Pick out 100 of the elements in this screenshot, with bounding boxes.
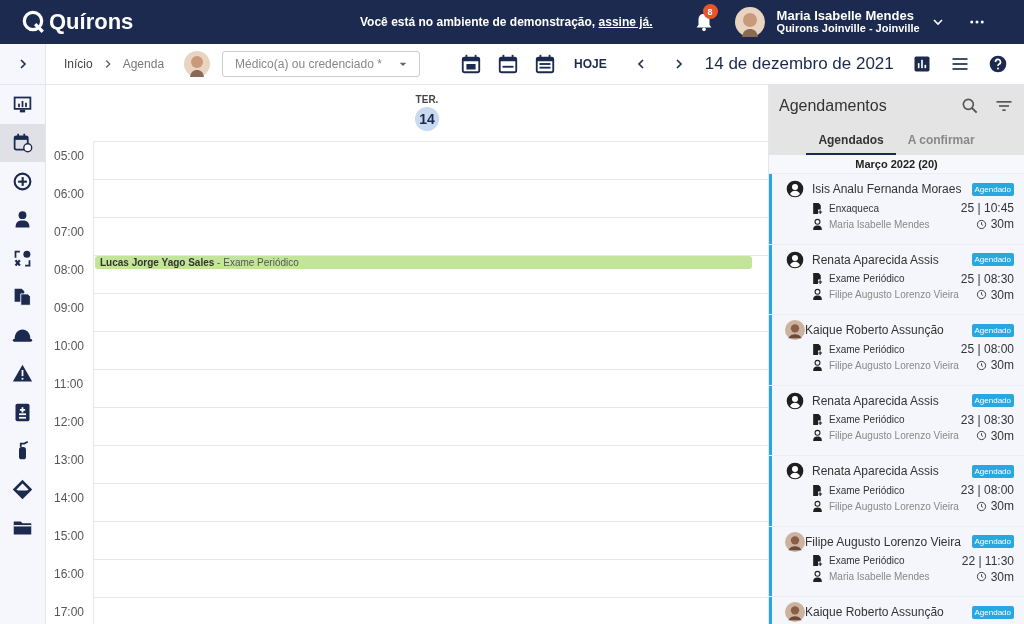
today-button[interactable]: HOJE <box>570 53 611 75</box>
hour-label: 12:00 <box>53 414 86 431</box>
hour-label: 08:00 <box>53 262 86 279</box>
day-number[interactable]: 14 <box>415 107 439 131</box>
appointment-duration: 30m <box>990 358 1014 372</box>
status-badge: Agendado <box>971 535 1014 548</box>
document-plus-icon <box>811 342 824 356</box>
hour-label: 10:00 <box>53 338 86 355</box>
brand-name: Quírons <box>49 9 134 35</box>
appointment-card[interactable]: Filipe Augusto Lorenzo Vieira Agendado Exame Periódico 22 | 11:30 Maria Isabelle Mendes 30m <box>769 526 1024 596</box>
patient-name: Kaique Roberto Assunção <box>805 605 945 619</box>
doctor-avatar <box>184 51 211 77</box>
appointment-time: 22 | 11:30 <box>961 553 1014 568</box>
hour-label: 13:00 <box>53 452 86 469</box>
appointment-duration: 30m <box>990 499 1014 513</box>
patient-name: Isis Analu Fernanda Moraes <box>812 182 963 196</box>
person-icon <box>785 179 805 199</box>
clock-icon <box>975 571 987 582</box>
sidebar-item[interactable] <box>0 123 45 162</box>
patient-avatar <box>785 320 805 340</box>
status-badge: Agendado <box>971 464 1014 478</box>
current-date: 14 de dezembro de 2021 <box>704 54 894 74</box>
hour-label: 05:00 <box>53 148 86 165</box>
clock-icon <box>975 500 987 512</box>
hour-label: 07:00 <box>53 224 86 241</box>
status-badge: Agendado <box>971 394 1014 407</box>
appointment-duration: 30m <box>990 287 1014 302</box>
appointment-reason: Enxaqueca <box>829 202 881 214</box>
doctor-icon <box>811 429 824 442</box>
appointment-time: 25 | 10:45 <box>960 201 1014 215</box>
doctor-icon <box>811 358 824 372</box>
hour-label: 17:00 <box>53 604 86 621</box>
breadcrumb-current: Agenda <box>122 57 165 71</box>
patient-name: Renata Aparecida Assis <box>812 252 940 267</box>
appointment-duration: 30m <box>990 428 1014 443</box>
group-header: Março 2022 (20) <box>769 155 1024 173</box>
person-icon <box>785 461 805 481</box>
doctor-icon <box>811 288 824 301</box>
document-plus-icon <box>811 272 824 285</box>
logo-icon <box>20 9 46 35</box>
weekday-label: TER. <box>415 94 439 105</box>
appointment-card[interactable]: Kaique Roberto Assunção Agendado <box>769 597 1024 624</box>
doctor-icon <box>811 570 824 583</box>
help-icon[interactable] <box>987 54 1008 74</box>
time-slot[interactable]: Lucas Jorge Yago Sales - Exame Periódico <box>93 255 768 293</box>
documents-icon <box>12 286 33 308</box>
patient-name: Kaique Roberto Assunção <box>805 323 945 337</box>
doctor-select[interactable]: Médico(a) ou credenciado * <box>222 51 421 77</box>
hour-label: 16:00 <box>53 566 86 583</box>
appointment-duration: 30m <box>990 217 1014 231</box>
calendar-icon <box>12 132 33 154</box>
user-avatar[interactable] <box>734 7 765 37</box>
patient-avatar <box>785 602 805 622</box>
hour-label: 11:00 <box>53 376 85 393</box>
hour-label: 15:00 <box>53 528 86 545</box>
search-icon[interactable] <box>960 96 980 116</box>
demo-notice: Você está no ambiente de demonstração, assine já. <box>360 15 653 29</box>
panel-title: Agendamentos <box>779 97 888 115</box>
patient-avatar <box>785 531 805 552</box>
appointment-time: 25 | 08:00 <box>960 342 1014 356</box>
appointment-card[interactable]: Isis Analu Fernanda Moraes Agendado Enxaqueca 25 | 10:45 Maria Isabelle Mendes 30m <box>769 174 1024 244</box>
user-name: Maria Isabelle Mendes <box>776 9 915 22</box>
appointment-reason: Exame Periódico <box>829 414 906 425</box>
patient-name: Renata Aparecida Assis <box>812 393 940 408</box>
status-badge: Agendado <box>971 323 1014 337</box>
appointment-reason: Exame Periódico <box>829 343 906 355</box>
appointment-reason: Exame Periódico <box>829 484 906 496</box>
notification-count: 8 <box>702 4 718 19</box>
document-plus-icon <box>811 554 824 567</box>
appointment-card[interactable]: Renata Aparecida Assis Agendado Exame Periódico 25 | 08:30 Filipe Augusto Lorenzo Vieira 30m <box>769 244 1024 314</box>
month-view-icon[interactable] <box>534 53 557 75</box>
hour-label: 06:00 <box>53 186 86 203</box>
day-view-icon[interactable] <box>460 53 483 75</box>
professional-name: Filipe Augusto Lorenzo Vieira <box>829 430 960 441</box>
professional-name: Filipe Augusto Lorenzo Vieira <box>829 359 960 371</box>
appointment-time: 23 | 08:00 <box>960 483 1014 497</box>
patient-name: Renata Aparecida Assis <box>812 464 940 478</box>
document-plus-icon <box>811 413 824 426</box>
appointment-card[interactable]: Renata Aparecida Assis Agendado Exame Periódico 23 | 08:00 Filipe Augusto Lorenzo Vieira 30m <box>769 456 1024 526</box>
professional-name: Filipe Augusto Lorenzo Vieira <box>829 500 960 512</box>
doctor-icon <box>811 499 824 513</box>
clock-icon <box>975 359 987 371</box>
subscribe-link[interactable]: assine já. <box>598 15 653 29</box>
status-badge: Agendado <box>971 182 1014 196</box>
professional-name: Filipe Augusto Lorenzo Vieira <box>829 289 960 300</box>
person-icon <box>785 249 805 270</box>
appointment-card[interactable]: Renata Aparecida Assis Agendado Exame Periódico 23 | 08:30 Filipe Augusto Lorenzo Vieira 30m <box>769 385 1024 455</box>
event-bar[interactable]: Lucas Jorge Yago Sales - Exame Periódico <box>95 256 752 269</box>
clock-icon <box>975 218 987 230</box>
professional-name: Maria Isabelle Mendes <box>829 218 931 230</box>
appointment-card[interactable]: Kaique Roberto Assunção Agendado Exame Periódico 25 | 08:00 Filipe Augusto Lorenzo Vieira 30m <box>769 315 1024 385</box>
clipboard-icon <box>12 401 33 423</box>
week-view-icon[interactable] <box>497 53 520 75</box>
clock-icon <box>975 289 987 300</box>
breadcrumb-link[interactable]: Início <box>64 57 93 71</box>
doctor-icon <box>811 217 824 231</box>
plus-circle-icon <box>12 170 33 192</box>
patient-name: Filipe Augusto Lorenzo Vieira <box>805 534 962 549</box>
professional-name: Maria Isabelle Mendes <box>829 571 931 582</box>
appointment-reason: Exame Periódico <box>829 555 906 566</box>
